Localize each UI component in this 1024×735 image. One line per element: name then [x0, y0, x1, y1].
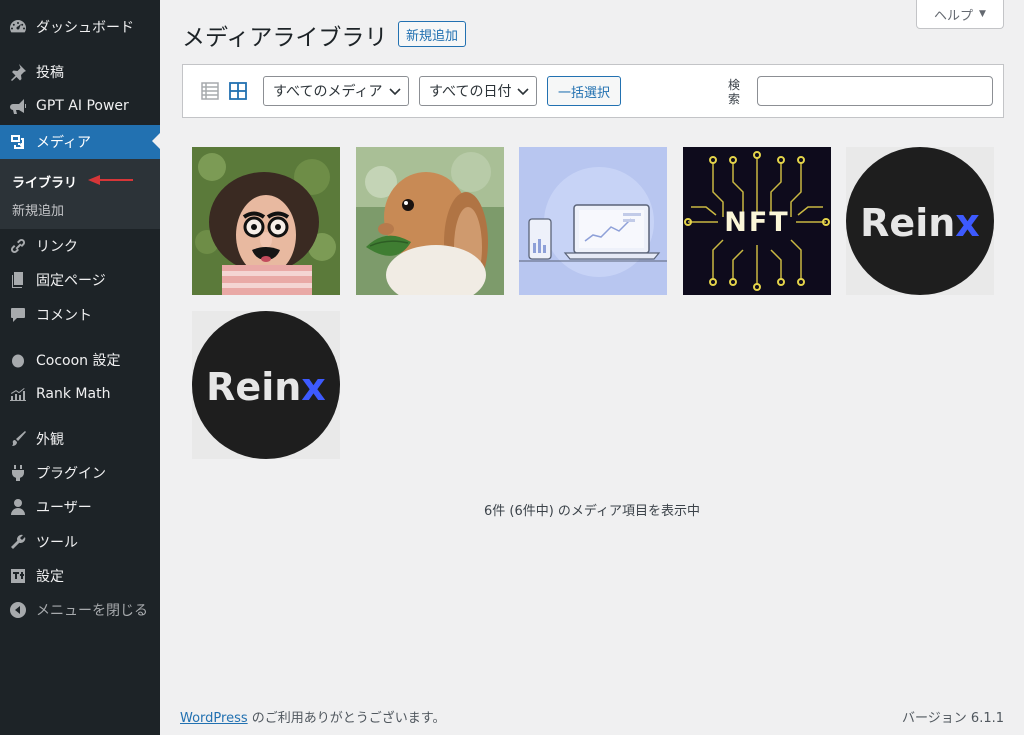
- menu-pages[interactable]: 固定ページ: [0, 263, 160, 297]
- reinx-text-x: x: [301, 365, 326, 409]
- media-count-status: 6件 (6件中) のメディア項目を表示中: [483, 504, 701, 519]
- reinx-logo-image: Reinx: [846, 147, 994, 295]
- add-new-button[interactable]: 新規追加: [398, 21, 467, 47]
- footer-thanks-text: のご利用ありがとうございます。: [247, 711, 446, 726]
- menu-collapse[interactable]: メニューを閉じる: [0, 593, 160, 627]
- menu-tools-label: ツール: [36, 535, 78, 551]
- menu-plugins-label: プラグイン: [36, 466, 106, 482]
- menu-settings[interactable]: 設定: [0, 559, 160, 593]
- svg-text:Reinx: Reinx: [206, 365, 326, 409]
- link-icon: [0, 229, 36, 263]
- menu-dashboard-label: ダッシュボード: [36, 20, 134, 36]
- chevron-down-icon: [389, 88, 401, 96]
- help-button[interactable]: ヘルプ ▼: [916, 0, 1004, 29]
- media-icon: [0, 125, 36, 159]
- date-filter-value: すべての日付: [429, 84, 512, 100]
- person-with-disguise-glasses-image: [192, 147, 340, 295]
- menu-cocoon-settings[interactable]: Cocoon 設定: [0, 343, 160, 377]
- menu-plugins[interactable]: プラグイン: [0, 456, 160, 490]
- submenu-library[interactable]: ライブラリ: [12, 172, 77, 191]
- menu-users[interactable]: ユーザー: [0, 490, 160, 524]
- menu-tools[interactable]: ツール: [0, 525, 160, 559]
- plugin-icon: [0, 456, 36, 490]
- user-icon: [0, 490, 36, 524]
- list-view-icon[interactable]: [200, 81, 220, 101]
- search-input[interactable]: [757, 76, 993, 106]
- menu-media-label: メディア: [36, 135, 92, 151]
- wrench-icon: [0, 525, 36, 559]
- menu-rank-math[interactable]: Rank Math: [0, 377, 160, 411]
- pin-icon: [0, 55, 36, 89]
- menu-appearance-label: 外観: [36, 432, 64, 448]
- help-button-label: ヘルプ: [934, 8, 974, 24]
- main-content: メディアライブラリ 新規追加 ヘルプ ▼ すべてのメディア すべての日付 一括選…: [160, 0, 1024, 735]
- menu-comments-label: コメント: [36, 308, 92, 324]
- svg-text:Reinx: Reinx: [860, 201, 980, 245]
- menu-links[interactable]: リンク: [0, 229, 160, 263]
- reinx-logo-image: Reinx: [192, 311, 340, 459]
- media-item-person-glasses[interactable]: [192, 147, 340, 295]
- menu-comments[interactable]: コメント: [0, 298, 160, 332]
- settings-icon: [0, 559, 36, 593]
- brush-icon: [0, 422, 36, 456]
- media-item-nft[interactable]: NFT: [683, 147, 831, 295]
- menu-gpt-ai-power[interactable]: GPT AI Power: [0, 89, 160, 123]
- page-title: メディアライブラリ: [182, 25, 388, 51]
- media-item-reinx-2[interactable]: Reinx: [192, 311, 340, 459]
- nft-circuit-image: NFT: [683, 147, 831, 295]
- menu-rank-math-label: Rank Math: [36, 386, 111, 402]
- media-toolbar: すべてのメディア すべての日付 一括選択 検索: [182, 64, 1004, 118]
- media-item-laptop[interactable]: [519, 147, 667, 295]
- dashboard-icon: [0, 10, 36, 44]
- submenu-add-new[interactable]: 新規追加: [12, 200, 64, 219]
- wordpress-link[interactable]: WordPress: [180, 711, 248, 726]
- footer-version: バージョン 6.1.1: [902, 711, 1004, 726]
- menu-appearance[interactable]: 外観: [0, 422, 160, 456]
- collapse-icon: [0, 593, 36, 627]
- red-arrow-annotation: [88, 175, 133, 185]
- bulk-select-button[interactable]: 一括選択: [547, 76, 622, 106]
- reinx-text-x: x: [955, 201, 980, 245]
- footer-thanks: WordPress のご利用ありがとうございます。: [180, 707, 445, 726]
- menu-links-label: リンク: [36, 239, 78, 255]
- menu-users-label: ユーザー: [36, 500, 92, 516]
- menu-settings-label: 設定: [36, 569, 64, 585]
- menu-dashboard[interactable]: ダッシュボード: [0, 10, 160, 44]
- circle-icon: [0, 343, 36, 377]
- caret-down-icon: ▼: [979, 9, 986, 19]
- menu-gpt-ai-power-label: GPT AI Power: [36, 98, 129, 114]
- media-type-filter-value: すべてのメディア: [273, 84, 383, 100]
- page-icon: [0, 263, 36, 297]
- laptop-analytics-illustration-image: [519, 147, 667, 295]
- reinx-text-main: Rein: [206, 365, 301, 409]
- megaphone-icon: [0, 89, 36, 123]
- date-filter[interactable]: すべての日付: [419, 76, 537, 106]
- chart-icon: [0, 377, 36, 411]
- menu-posts[interactable]: 投稿: [0, 55, 160, 89]
- menu-posts-label: 投稿: [36, 65, 64, 81]
- rabbit-eating-leaf-image: [356, 147, 504, 295]
- media-submenu: ライブラリ 新規追加: [0, 159, 160, 229]
- grid-view-icon[interactable]: [228, 81, 248, 101]
- comment-icon: [0, 298, 36, 332]
- menu-collapse-label: メニューを閉じる: [36, 603, 148, 619]
- media-item-rabbit[interactable]: [356, 147, 504, 295]
- search-label: 検索: [728, 78, 741, 106]
- media-item-reinx-1[interactable]: Reinx: [846, 147, 994, 295]
- admin-sidebar: ダッシュボード 投稿 GPT AI Power メディア ライブラリ 新規追加 …: [0, 0, 160, 735]
- nft-image-text: NFT: [724, 207, 789, 238]
- menu-media[interactable]: メディア: [0, 125, 160, 159]
- menu-cocoon-settings-label: Cocoon 設定: [36, 353, 121, 369]
- chevron-down-icon: [517, 88, 529, 96]
- media-type-filter[interactable]: すべてのメディア: [263, 76, 409, 106]
- menu-pages-label: 固定ページ: [36, 273, 106, 289]
- reinx-text-main: Rein: [860, 201, 955, 245]
